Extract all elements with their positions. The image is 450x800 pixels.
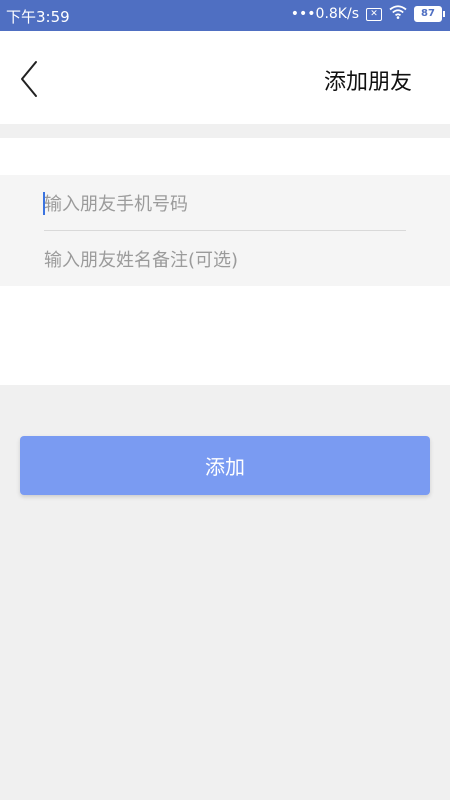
phone-number-input[interactable] [44,180,406,228]
form-top-spacer [0,138,450,175]
status-indicators: •••0.8K/s ✕ 87 [290,5,445,23]
app-header: 添加朋友 [0,31,450,124]
field-divider [44,230,406,231]
sim-disabled-icon: ✕ [366,7,382,21]
add-button[interactable]: 添加 [20,436,430,495]
form-bottom-spacer [0,286,450,385]
back-button[interactable] [16,59,44,99]
page-title: 添加朋友 [323,70,412,95]
battery-icon: 87 [414,6,445,22]
status-time: 下午3:59 [6,8,70,26]
chevron-left-icon [21,61,37,97]
section-gap [0,124,450,138]
network-speed: •••0.8K/s [290,6,359,22]
text-cursor [43,192,45,215]
status-bar: 下午3:59 •••0.8K/s ✕ 87 [0,0,450,31]
remark-name-input[interactable] [44,236,406,284]
wifi-icon [389,5,407,23]
